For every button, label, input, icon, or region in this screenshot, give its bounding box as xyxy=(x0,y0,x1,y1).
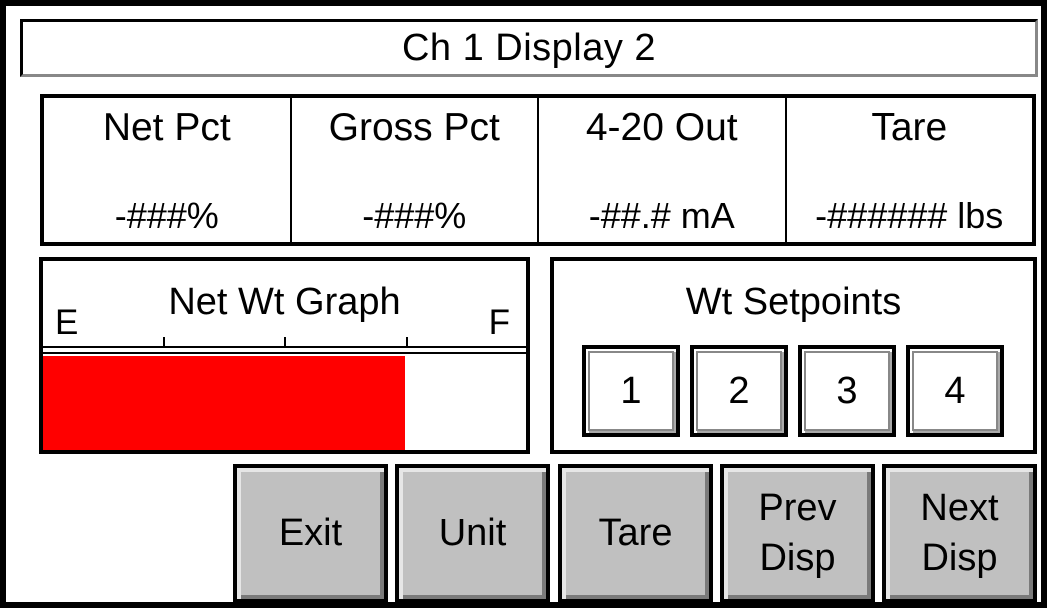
readout-value: -##.# mA xyxy=(588,195,735,236)
readout-label: Net Pct xyxy=(102,106,231,149)
setpoint-4-button[interactable]: 4 xyxy=(906,345,1004,437)
weight-setpoints-panel: Wt Setpoints 1 2 3 4 xyxy=(550,257,1037,454)
setpoint-2-button[interactable]: 2 xyxy=(690,345,788,437)
next-display-button-label: Next Disp xyxy=(920,487,999,579)
prev-display-button[interactable]: Prev Disp xyxy=(720,464,875,603)
exit-button-label: Exit xyxy=(278,511,343,554)
readout-value: -###% xyxy=(114,195,219,236)
readout-label: Gross Pct xyxy=(328,106,500,149)
graph-rule xyxy=(43,346,526,348)
display-title: Ch 1 Display 2 xyxy=(20,19,1038,77)
readout-label: Tare xyxy=(871,106,948,149)
unit-button[interactable]: Unit xyxy=(395,464,550,603)
prev-display-button-label: Prev Disp xyxy=(758,487,837,579)
graph-track xyxy=(43,356,526,450)
readout-tare: Tare -###### lbs xyxy=(787,98,1033,242)
graph-title: Net Wt Graph xyxy=(168,281,401,323)
readouts-panel: Net Pct -###% Gross Pct -###% 4-20 Out -… xyxy=(40,94,1036,246)
next-display-button[interactable]: Next Disp xyxy=(882,464,1037,603)
setpoints-title: Wt Setpoints xyxy=(685,281,902,323)
readout-label: 4-20 Out xyxy=(585,106,738,149)
graph-rule xyxy=(43,352,526,354)
readout-gross-pct: Gross Pct -###% xyxy=(292,98,539,242)
readout-4-20-out: 4-20 Out -##.# mA xyxy=(539,98,787,242)
unit-button-label: Unit xyxy=(438,511,507,554)
graph-fill-bar xyxy=(43,356,406,450)
readout-net-pct: Net Pct -###% xyxy=(44,98,292,242)
tare-button-label: Tare xyxy=(598,511,673,554)
tare-button[interactable]: Tare xyxy=(558,464,713,603)
setpoint-1-button[interactable]: 1 xyxy=(582,345,680,437)
display-frame: Ch 1 Display 2 Net Pct -###% Gross Pct -… xyxy=(0,0,1047,608)
readout-value: -###### lbs xyxy=(815,195,1004,236)
net-weight-graph: Net Wt Graph E F xyxy=(39,257,530,454)
readout-value: -###% xyxy=(362,195,467,236)
setpoint-3-button[interactable]: 3 xyxy=(798,345,896,437)
exit-button[interactable]: Exit xyxy=(233,464,388,603)
